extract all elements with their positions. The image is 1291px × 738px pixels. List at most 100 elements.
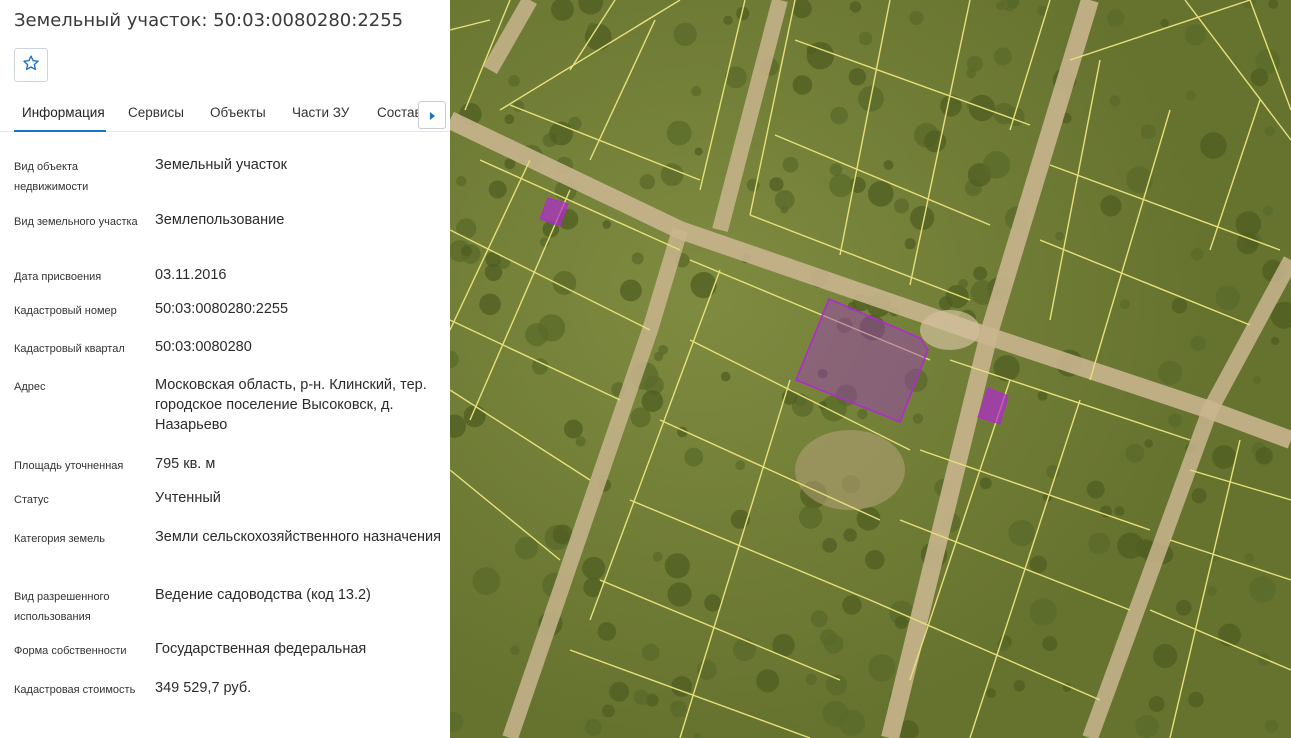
tree-blob <box>1088 532 1111 555</box>
tree-blob <box>973 266 988 281</box>
tree-blob <box>620 279 642 302</box>
tree-blob <box>792 75 813 95</box>
tree-blob <box>684 447 704 467</box>
tree-blob <box>982 151 1011 179</box>
info-label: Кадастровый номер <box>14 305 117 317</box>
page-title: Земельный участок: 50:03:0080280:2255 <box>14 10 404 31</box>
tree-blob <box>843 528 857 542</box>
tree-blob <box>1144 439 1153 448</box>
tree-blob <box>641 390 664 412</box>
tree-blob <box>822 537 837 553</box>
map-view[interactable] <box>450 0 1291 738</box>
tree-blob <box>993 47 1012 66</box>
tree-blob <box>664 553 690 579</box>
info-label: Статус <box>14 494 49 506</box>
tree-blob <box>979 477 992 490</box>
tree-blob <box>456 218 477 239</box>
info-label: Площадь уточненная <box>14 460 124 472</box>
info-value: Ведение садоводства (код 13.2) <box>155 587 371 603</box>
tree-blob <box>673 22 697 46</box>
tree-blob <box>830 106 848 125</box>
satellite-map[interactable] <box>450 0 1291 738</box>
tree-blob <box>1188 691 1204 708</box>
tree-blob <box>838 709 866 736</box>
tree-blob <box>666 120 692 146</box>
tree-blob <box>488 180 507 199</box>
tree-blob <box>1160 18 1169 28</box>
tree-blob <box>479 293 501 316</box>
tree-blob <box>904 238 916 250</box>
tree-blob <box>986 688 996 698</box>
tree-blob <box>820 629 837 646</box>
tree-blob <box>756 669 780 693</box>
tree-blob <box>1257 653 1271 666</box>
tree-blob <box>1029 555 1047 574</box>
info-value: Учтенный <box>155 490 221 506</box>
tree-blob <box>597 622 617 641</box>
tree-blob <box>1114 506 1125 517</box>
tree-blob <box>1117 532 1144 559</box>
favorite-button[interactable] <box>14 48 48 82</box>
tree-blob <box>1191 488 1207 504</box>
tree-blob <box>602 220 611 229</box>
info-panel: Земельный участок: 50:03:0080280:2255 Ин… <box>0 0 450 738</box>
tab-composition[interactable]: Состав <box>377 105 418 120</box>
tree-blob <box>602 704 615 718</box>
tab-objects[interactable]: Объекты <box>210 105 266 120</box>
tree-blob <box>704 594 722 612</box>
tree-blob <box>631 252 644 265</box>
tab-services[interactable]: Сервисы <box>128 105 184 120</box>
tree-blob <box>653 351 664 362</box>
tree-blob <box>1215 285 1240 310</box>
tree-blob <box>1109 95 1121 107</box>
tree-blob <box>848 68 866 86</box>
tree-blob <box>1042 636 1058 652</box>
tree-blob <box>849 1 862 13</box>
tree-blob <box>1262 205 1273 216</box>
tree-blob <box>829 163 843 176</box>
tree-blob <box>805 673 817 686</box>
tree-blob <box>1008 519 1035 547</box>
tree-blob <box>774 190 795 210</box>
tab-info[interactable]: Информация <box>22 105 105 120</box>
tree-blob <box>945 284 969 309</box>
tree-blob <box>1171 297 1188 314</box>
tree-blob <box>660 163 684 187</box>
tree-blob <box>826 674 848 696</box>
tree-blob <box>575 436 586 447</box>
info-label: Форма собственности <box>14 645 127 657</box>
tree-blob <box>1190 335 1206 351</box>
tree-blob <box>564 419 583 439</box>
tree-blob <box>782 156 799 173</box>
info-label: Вид земельного участка <box>14 216 138 228</box>
tree-blob <box>1200 132 1227 159</box>
info-label: Категория земель <box>14 533 105 545</box>
info-value: 50:03:0080280:2255 <box>155 301 289 317</box>
tree-blob <box>609 681 630 702</box>
tree-blob <box>912 413 924 424</box>
tree-blob <box>1013 680 1026 692</box>
tree-blob <box>769 177 784 192</box>
tree-blob <box>958 278 969 289</box>
tab-bar: Информация Сервисы Объекты Части ЗУ Сост… <box>0 96 450 132</box>
tree-blob <box>924 130 947 153</box>
chevron-right-icon <box>428 106 436 125</box>
tree-blob <box>456 175 467 187</box>
tree-blob <box>940 95 962 117</box>
tree-blob <box>1249 576 1276 603</box>
tree-blob <box>1135 714 1159 738</box>
info-label: Адрес <box>14 381 46 393</box>
tree-blob <box>868 181 894 207</box>
info-value: 795 кв. м <box>155 456 216 472</box>
star-outline-icon <box>22 54 40 76</box>
tab-parts[interactable]: Части ЗУ <box>292 105 349 120</box>
tree-blob <box>633 689 649 705</box>
tree-blob <box>515 536 538 560</box>
info-value: Землепользование <box>155 212 285 228</box>
info-value: Государственная федеральная <box>155 641 367 657</box>
tree-blob <box>696 659 717 680</box>
tree-blob <box>732 638 756 662</box>
tree-blob <box>868 654 896 682</box>
tabs-next-button[interactable] <box>418 101 446 129</box>
tree-blob <box>858 31 873 46</box>
